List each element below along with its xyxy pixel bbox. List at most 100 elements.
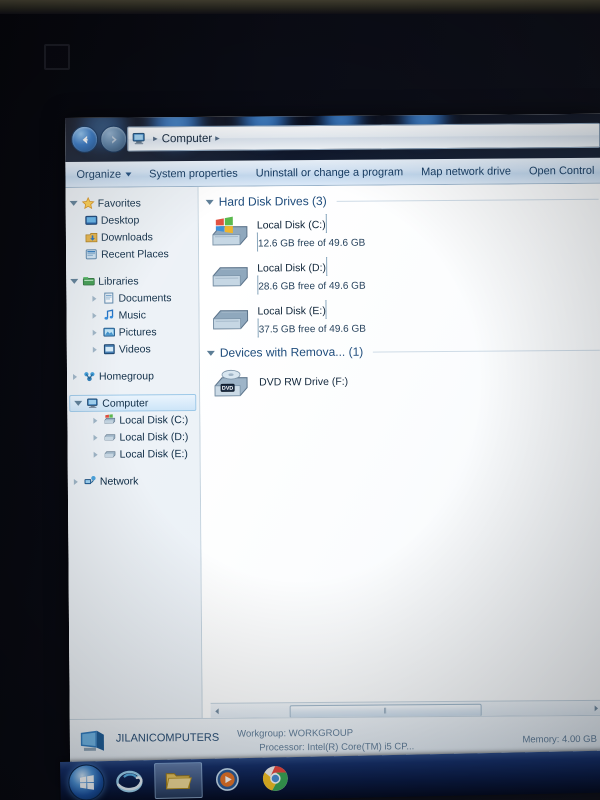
twisty-closed-icon[interactable] (91, 329, 99, 336)
processor-label: Processor: (259, 742, 305, 754)
back-button[interactable] (71, 125, 99, 153)
twisty-closed-icon[interactable] (90, 295, 98, 302)
twisty-open-icon[interactable] (206, 350, 216, 356)
system-properties-button[interactable]: System properties (140, 161, 247, 187)
group-title: Hard Disk Drives (3) (218, 193, 327, 209)
status-details: JILANICOMPUTERS Workgroup: WORKGROUP Pro… (116, 725, 515, 756)
sidebar-label: Pictures (118, 325, 157, 339)
twisty-open-icon[interactable] (74, 400, 83, 406)
drive-tile[interactable]: Local Disk (D:) 28.6 GB free of 49.6 GB (209, 254, 600, 295)
sidebar-label: Local Disk (E:) (119, 447, 188, 461)
dvd-drive-icon: DVD (210, 364, 252, 402)
device-tile[interactable]: DVD DVD RW Drive (F:) (210, 361, 600, 402)
scroll-thumb[interactable]: ‖ (289, 703, 482, 718)
navigation-buttons (71, 125, 128, 153)
sidebar-label: Documents (118, 291, 172, 305)
group-header-hard-disk-drives[interactable]: Hard Disk Drives (3) (205, 192, 600, 209)
taskbar-media-player-button[interactable] (204, 762, 251, 797)
scroll-left-icon[interactable] (211, 705, 224, 717)
sidebar-item-local-disk-e[interactable]: Local Disk (E:) (68, 445, 200, 463)
sidebar-item-pictures[interactable]: Pictures (67, 323, 199, 341)
organize-menu[interactable]: Organize (67, 161, 140, 187)
sidebar-label: Recent Places (101, 247, 169, 261)
libraries-icon (81, 274, 95, 288)
desktop-icon (84, 213, 98, 227)
twisty-closed-icon[interactable] (92, 451, 100, 458)
group-divider (373, 349, 600, 353)
documents-icon (101, 291, 115, 305)
sidebar-item-homegroup[interactable]: Homegroup (67, 367, 199, 385)
twisty-closed-icon[interactable] (71, 373, 79, 380)
sidebar-item-local-disk-d[interactable]: Local Disk (D:) (67, 428, 199, 446)
breadcrumb-separator[interactable]: ▸ (215, 133, 220, 144)
workgroup-value: WORKGROUP (288, 727, 354, 740)
map-network-drive-button[interactable]: Map network drive (412, 158, 520, 184)
twisty-open-icon[interactable] (205, 199, 215, 205)
horizontal-scrollbar[interactable]: ‖ (210, 699, 600, 718)
sidebar-item-recent-places[interactable]: Recent Places (66, 245, 198, 263)
sidebar-label: Computer (102, 396, 149, 410)
svg-text:DVD: DVD (222, 386, 234, 392)
device-name: DVD RW Drive (F:) (259, 375, 349, 388)
memory-value: 4.00 GB (561, 733, 597, 745)
sidebar-item-desktop[interactable]: Desktop (66, 211, 198, 229)
uninstall-or-change-program-button[interactable]: Uninstall or change a program (247, 159, 413, 185)
drive-icon (102, 430, 116, 444)
drive-icon (209, 300, 251, 338)
group-divider (336, 198, 599, 202)
address-bar[interactable]: ▸ Computer ▸ (127, 122, 600, 152)
drive-usage-fill (256, 232, 365, 234)
sidebar-label: Network (99, 474, 139, 488)
sidebar-item-favorites[interactable]: Favorites (66, 194, 198, 212)
drive-tile[interactable]: Local Disk (E:) 37.5 GB free of 49.6 GB (209, 297, 600, 338)
twisty-closed-icon[interactable] (91, 346, 99, 353)
twisty-closed-icon[interactable] (72, 478, 80, 485)
twisty-closed-icon[interactable] (91, 434, 99, 441)
drive-info: Local Disk (C:) 12.6 GB free of 49.6 GB (257, 213, 366, 252)
system-drive-icon (209, 214, 251, 252)
taskbar-google-chrome-button[interactable] (252, 761, 299, 796)
scroll-right-icon[interactable] (590, 702, 600, 714)
drive-tile[interactable]: Local Disk (C:) 12.6 GB free of 49.6 GB (209, 211, 600, 252)
start-orb-icon[interactable] (68, 764, 105, 800)
twisty-open-icon[interactable] (70, 278, 79, 284)
status-machine-block: JILANICOMPUTERS (116, 728, 219, 747)
group-header-removable-devices[interactable]: Devices with Remova... (1) (206, 343, 600, 360)
taskbar-internet-explorer-button[interactable] (106, 764, 153, 799)
navigation-pane[interactable]: Favorites Desktop Downloads Recent Place… (65, 186, 203, 719)
scroll-track[interactable]: ‖ (224, 702, 590, 718)
sidebar-item-network[interactable]: Network (68, 472, 200, 490)
workgroup-label: Workgroup: (237, 728, 287, 740)
computer-icon (78, 729, 108, 757)
sidebar-item-documents[interactable]: Documents (66, 289, 198, 307)
back-arrow-icon (82, 135, 88, 144)
drive-icon (209, 257, 251, 295)
breadcrumb-computer[interactable]: Computer (162, 132, 213, 144)
drive-usage-fill (257, 275, 322, 277)
open-control-panel-button[interactable]: Open Control (520, 158, 600, 184)
homegroup-icon (82, 369, 96, 383)
network-icon (83, 474, 97, 488)
sidebar-item-videos[interactable]: Videos (67, 340, 199, 358)
pictures-icon (102, 325, 116, 339)
sidebar-label: Desktop (100, 213, 140, 227)
sidebar-item-computer[interactable]: Computer (69, 393, 197, 412)
sidebar-item-music[interactable]: Music (66, 306, 198, 324)
twisty-closed-icon[interactable] (91, 312, 99, 319)
taskbar-windows-explorer-button[interactable] (154, 762, 203, 800)
sidebar-label: Libraries (98, 274, 139, 288)
twisty-open-icon[interactable] (69, 200, 78, 206)
drive-name: Local Disk (D:) (257, 261, 327, 275)
scroll-grip: ‖ (383, 705, 388, 716)
sidebar-item-libraries[interactable]: Libraries (66, 272, 198, 290)
sidebar-label: Videos (118, 342, 151, 356)
system-drive-icon (102, 413, 116, 427)
forward-button[interactable] (100, 125, 128, 153)
sidebar-item-local-disk-c[interactable]: Local Disk (C:) (67, 411, 199, 429)
drive-info: Local Disk (E:) 37.5 GB free of 49.6 GB (257, 299, 366, 338)
twisty-closed-icon[interactable] (91, 417, 99, 424)
sidebar-item-downloads[interactable]: Downloads (66, 228, 198, 246)
star-icon (81, 196, 95, 210)
file-list-pane[interactable]: Hard Disk Drives (3) Local Disk (C:) 12.… (198, 183, 600, 718)
drive-name: Local Disk (E:) (257, 304, 326, 318)
